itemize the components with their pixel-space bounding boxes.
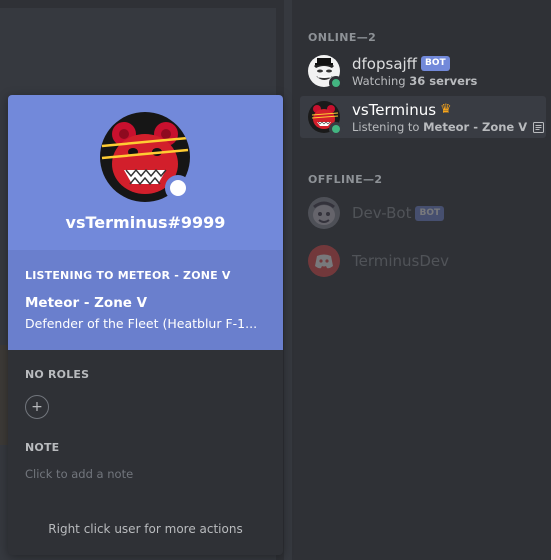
crown-icon: ♛ <box>440 102 452 117</box>
bot-tag: BOT <box>415 205 445 221</box>
user-popout: vsTerminus#9999 LISTENING TO METEOR - ZO… <box>8 95 283 555</box>
message-fragment <box>0 345 8 445</box>
online-status-icon <box>329 122 343 136</box>
member-item-terminusdev[interactable]: TerminusDev <box>300 240 546 282</box>
member-activity: Watching 36 servers <box>352 74 477 88</box>
member-name: vsTerminus <box>352 100 437 119</box>
activity-value: 36 servers <box>409 73 478 88</box>
note-heading: NOTE <box>25 441 60 454</box>
avatar <box>308 197 340 229</box>
member-name: dfopsajff <box>352 54 418 73</box>
member-item-dev-bot[interactable]: Dev-Bot BOT <box>300 192 546 234</box>
activity-prefix: Listening to <box>352 119 424 134</box>
add-role-button[interactable]: + <box>25 395 49 419</box>
gray-creature-avatar-icon <box>308 197 340 229</box>
popout-footer-hint: Right click user for more actions <box>48 522 243 536</box>
activity-value: Meteor - Zone V <box>423 119 528 134</box>
bot-tag: BOT <box>421 56 450 71</box>
roles-heading: NO ROLES <box>25 368 90 381</box>
chat-top-bar <box>0 0 276 8</box>
member-item-vsterminus[interactable]: vsTerminus ♛ Listening to Meteor - Zone … <box>300 96 546 138</box>
avatar <box>308 101 343 136</box>
member-name: TerminusDev <box>352 252 450 270</box>
offline-section-heading: OFFLINE—2 <box>308 173 383 186</box>
discord-logo-avatar-icon <box>308 245 340 277</box>
member-name: Dev-Bot <box>352 204 412 222</box>
online-section-heading: ONLINE—2 <box>308 31 377 44</box>
avatar <box>308 55 343 90</box>
activity-details: Defender of the Fleet (Heatblur F-1... <box>25 316 258 331</box>
online-status-icon <box>329 76 343 90</box>
rich-presence-icon <box>533 121 545 133</box>
status-icon <box>165 175 191 201</box>
member-list: ONLINE—2 dfopsajff BOT Watching 36 serve… <box>292 0 551 560</box>
note-input[interactable]: Click to add a note <box>25 467 133 481</box>
activity-name: Meteor - Zone V <box>25 295 148 311</box>
popout-username: vsTerminus#9999 <box>65 213 226 232</box>
activity-heading: LISTENING TO METEOR - ZONE V <box>25 269 231 282</box>
activity-prefix: Watching <box>352 73 410 88</box>
avatar <box>308 245 340 277</box>
popout-avatar[interactable] <box>100 112 191 202</box>
member-item-dfopsajff[interactable]: dfopsajff BOT Watching 36 servers <box>300 50 546 92</box>
member-activity: Listening to Meteor - Zone V <box>352 119 545 134</box>
